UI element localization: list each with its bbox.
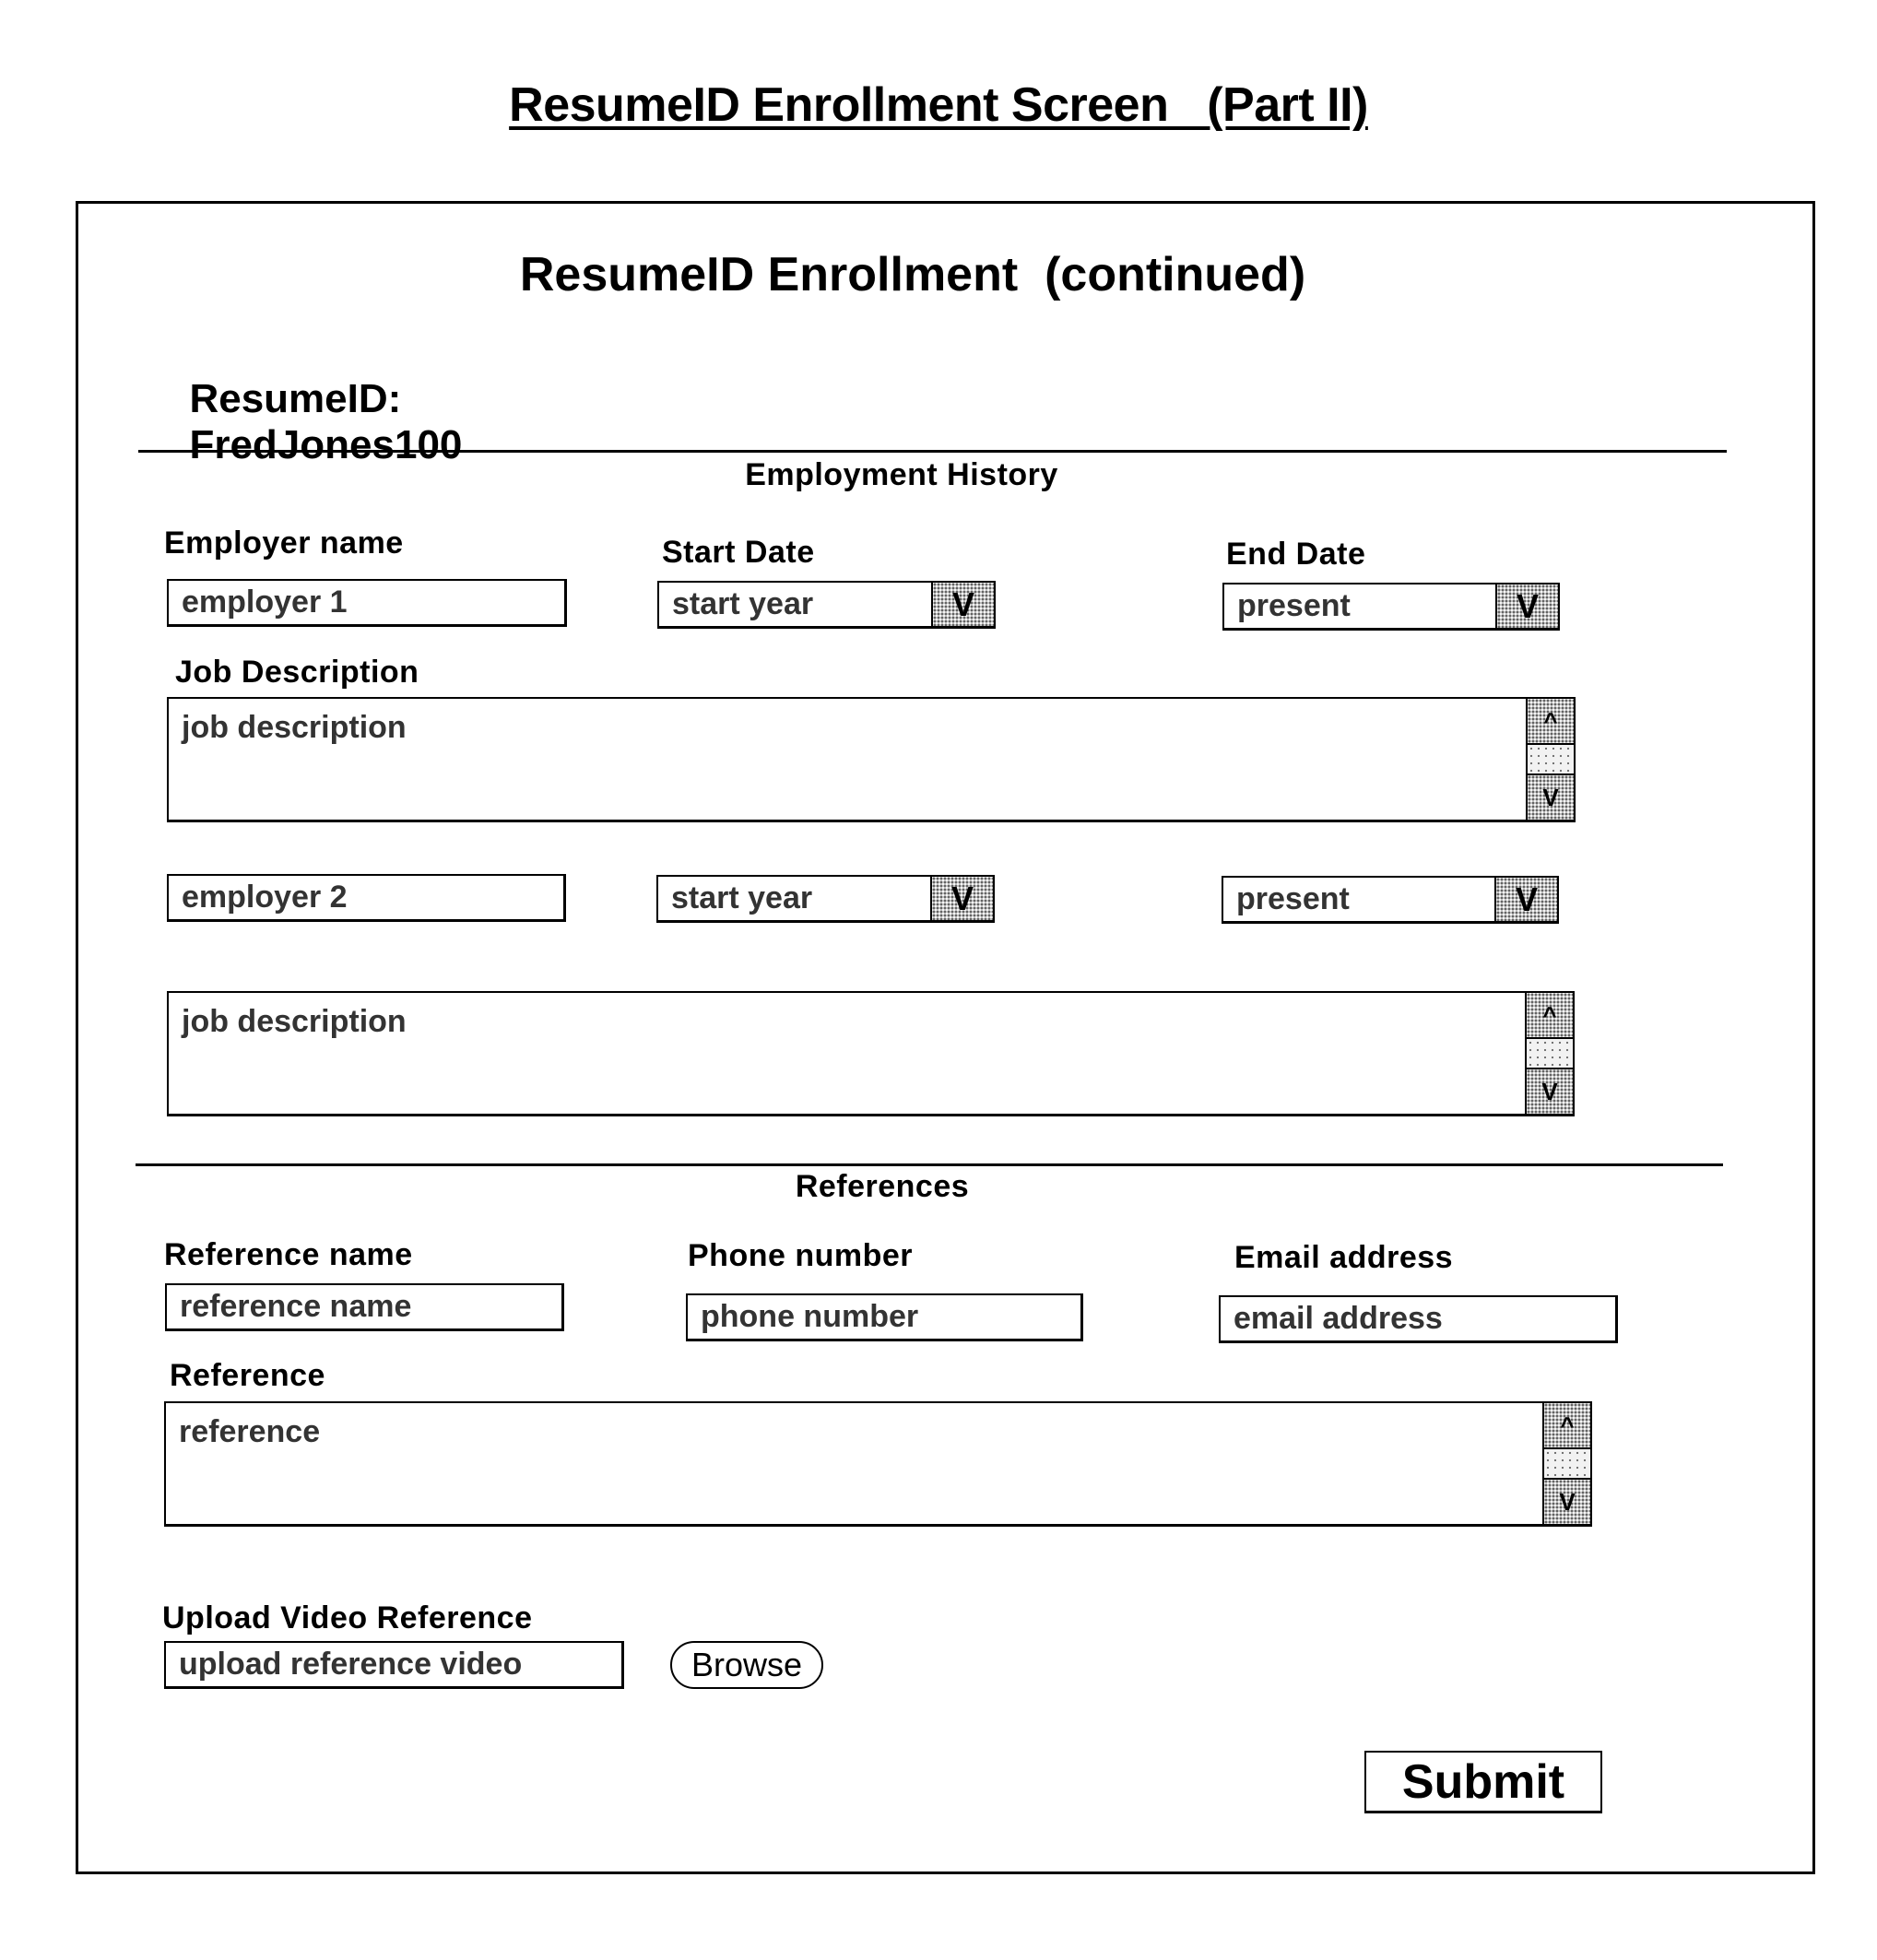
page-title: ResumeID Enrollment Screen (Part II) bbox=[0, 77, 1877, 133]
employment-history-title: Employment History bbox=[745, 457, 1058, 492]
employer-1-job-description-value: job description bbox=[182, 710, 407, 745]
references-divider bbox=[136, 1163, 1723, 1166]
scroll-up-glyph: ^ bbox=[1560, 1411, 1575, 1439]
scroll-down-arrow-icon[interactable]: V bbox=[1544, 1478, 1590, 1524]
resume-id-line: ResumeID: FredJones100 bbox=[167, 330, 462, 468]
employer-1-start-date-value: start year bbox=[672, 586, 814, 621]
scroll-down-arrow-icon[interactable]: V bbox=[1528, 773, 1574, 820]
employer-2-end-date-select[interactable]: present V bbox=[1222, 876, 1559, 924]
employer-1-end-date-select[interactable]: present V bbox=[1222, 583, 1560, 631]
email-address-input[interactable]: email address bbox=[1219, 1295, 1618, 1343]
employer-1-end-date-value: present bbox=[1237, 588, 1351, 623]
resume-id-value: FredJones100 bbox=[189, 422, 463, 467]
employer-2-job-description-textarea[interactable]: job description ^ V bbox=[167, 991, 1575, 1116]
scroll-track[interactable] bbox=[1528, 745, 1574, 773]
upload-video-label: Upload Video Reference bbox=[162, 1600, 533, 1635]
resume-id-label: ResumeID: bbox=[189, 376, 402, 421]
phone-number-input[interactable]: phone number bbox=[686, 1293, 1083, 1341]
employer-2-end-date-value: present bbox=[1236, 881, 1350, 916]
chevron-down-icon[interactable]: V bbox=[931, 583, 994, 626]
job-description-2-scrollbar[interactable]: ^ V bbox=[1525, 993, 1573, 1114]
phone-number-label: Phone number bbox=[688, 1238, 914, 1273]
reference-placeholder: reference bbox=[179, 1414, 321, 1449]
scroll-up-glyph: ^ bbox=[1543, 706, 1558, 735]
scroll-down-glyph: V bbox=[1559, 1487, 1576, 1516]
reference-scrollbar[interactable]: ^ V bbox=[1542, 1403, 1590, 1524]
employer-name-label: Employer name bbox=[164, 525, 404, 561]
chevron-down-icon[interactable]: V bbox=[1495, 584, 1558, 628]
reference-label: Reference bbox=[170, 1358, 325, 1393]
employer-2-start-date-value: start year bbox=[671, 880, 813, 915]
employer-1-value: employer 1 bbox=[182, 584, 348, 620]
dropdown-glyph: V bbox=[1516, 586, 1539, 625]
scroll-track[interactable] bbox=[1527, 1039, 1573, 1068]
employer-2-value: employer 2 bbox=[182, 880, 348, 915]
reference-textarea[interactable]: reference ^ V bbox=[164, 1401, 1592, 1527]
reference-name-placeholder: reference name bbox=[180, 1289, 412, 1324]
employer-1-input[interactable]: employer 1 bbox=[167, 579, 567, 627]
scroll-down-glyph: V bbox=[1542, 783, 1559, 811]
dropdown-glyph: V bbox=[950, 879, 974, 917]
chevron-down-icon[interactable]: V bbox=[1494, 878, 1557, 921]
scroll-up-arrow-icon[interactable]: ^ bbox=[1528, 699, 1574, 745]
browse-button[interactable]: Browse bbox=[670, 1641, 823, 1689]
dropdown-glyph: V bbox=[1515, 880, 1538, 918]
scroll-up-arrow-icon[interactable]: ^ bbox=[1544, 1403, 1590, 1449]
scroll-down-arrow-icon[interactable]: V bbox=[1527, 1068, 1573, 1114]
upload-video-input[interactable]: upload reference video bbox=[164, 1641, 624, 1689]
scroll-track[interactable] bbox=[1544, 1449, 1590, 1478]
job-description-label: Job Description bbox=[175, 655, 419, 690]
upload-video-placeholder: upload reference video bbox=[179, 1647, 523, 1682]
email-address-label: Email address bbox=[1234, 1240, 1454, 1275]
employer-1-start-date-select[interactable]: start year V bbox=[657, 581, 996, 629]
scroll-up-glyph: ^ bbox=[1542, 1000, 1557, 1029]
reference-name-input[interactable]: reference name bbox=[165, 1283, 564, 1331]
scroll-up-arrow-icon[interactable]: ^ bbox=[1527, 993, 1573, 1039]
page-title-text: ResumeID Enrollment Screen (Part II) bbox=[509, 78, 1368, 132]
employer-1-job-description-textarea[interactable]: job description ^ V bbox=[167, 697, 1576, 822]
chevron-down-icon[interactable]: V bbox=[930, 877, 993, 920]
submit-button[interactable]: Submit bbox=[1364, 1751, 1602, 1813]
form-heading: ResumeID Enrollment (continued) bbox=[519, 248, 1306, 301]
employer-2-input[interactable]: employer 2 bbox=[167, 874, 566, 922]
scroll-down-glyph: V bbox=[1541, 1077, 1558, 1105]
start-date-label: Start Date bbox=[662, 535, 815, 570]
job-description-1-scrollbar[interactable]: ^ V bbox=[1526, 699, 1574, 820]
dropdown-glyph: V bbox=[951, 584, 974, 623]
employer-2-job-description-value: job description bbox=[182, 1004, 407, 1039]
phone-number-placeholder: phone number bbox=[701, 1299, 919, 1334]
employment-divider bbox=[138, 450, 1727, 453]
email-address-placeholder: email address bbox=[1234, 1301, 1443, 1336]
employer-2-start-date-select[interactable]: start year V bbox=[656, 875, 995, 923]
reference-name-label: Reference name bbox=[164, 1237, 413, 1272]
end-date-label: End Date bbox=[1226, 537, 1366, 572]
references-title: References bbox=[795, 1169, 970, 1204]
